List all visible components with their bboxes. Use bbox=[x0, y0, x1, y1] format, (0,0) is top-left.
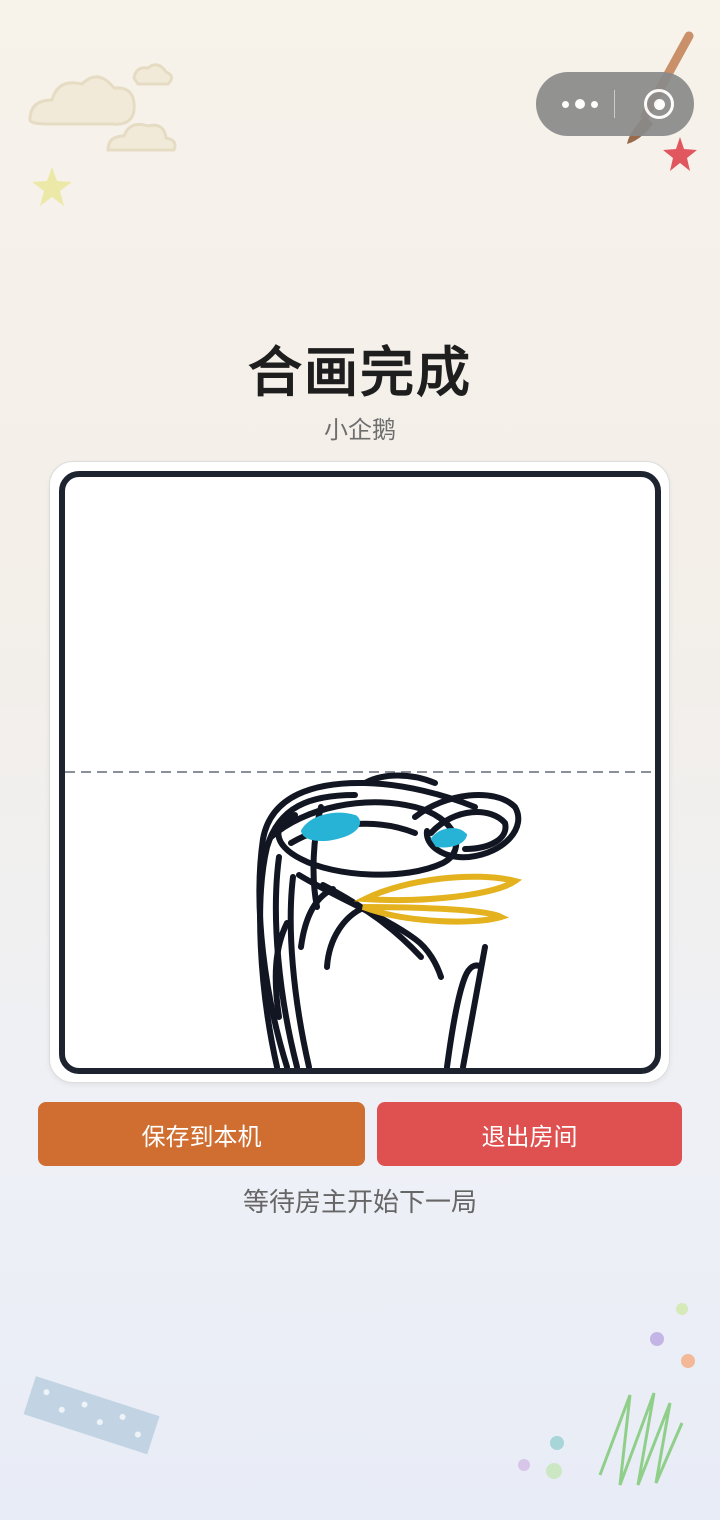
penguin-drawing bbox=[65, 771, 655, 1068]
capsule-divider bbox=[614, 90, 615, 118]
mini-program-capsule bbox=[536, 72, 694, 136]
red-star-decoration-icon bbox=[663, 137, 697, 171]
mini-program-close-icon[interactable] bbox=[644, 89, 674, 119]
more-dots-icon[interactable] bbox=[562, 99, 598, 109]
drawing-canvas bbox=[59, 471, 661, 1074]
cloud-decoration-icon bbox=[28, 63, 177, 152]
star-decoration-icon bbox=[32, 167, 72, 206]
washi-tape-decoration-icon bbox=[23, 1376, 160, 1455]
crayon-scribble-decoration-icon bbox=[518, 1303, 695, 1486]
prompt-word: 小企鹅 bbox=[324, 416, 396, 444]
exit-room-button[interactable]: 退出房间 bbox=[377, 1102, 682, 1166]
waiting-status-text: 等待房主开始下一局 bbox=[242, 1188, 477, 1218]
page-title: 合画完成 bbox=[248, 341, 472, 404]
save-to-device-button[interactable]: 保存到本机 bbox=[38, 1102, 365, 1166]
